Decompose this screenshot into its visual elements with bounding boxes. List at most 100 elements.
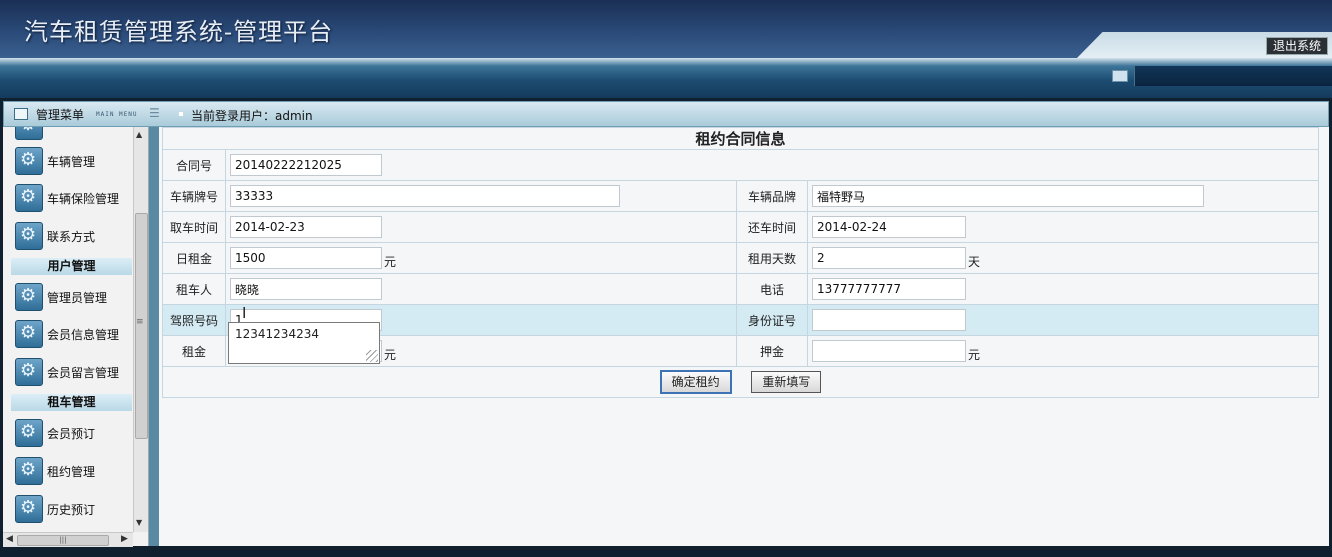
sidebar-vertical-scrollbar[interactable]: ▲ ≡ ▼ — [133, 127, 148, 532]
renter-field[interactable] — [230, 278, 382, 300]
rent-days-unit: 天 — [968, 255, 981, 269]
sidebar-item-label: 会员预订 — [47, 427, 96, 441]
header-status-box — [1134, 66, 1332, 86]
contract-no-label: 合同号 — [162, 149, 226, 181]
menu-toggle-icon[interactable]: ☰ — [149, 106, 160, 120]
renter-cell — [225, 273, 737, 305]
bullet-icon — [179, 112, 183, 116]
phone-label: 电话 — [736, 273, 808, 305]
plate-field[interactable] — [230, 185, 620, 207]
sidebar-section-user[interactable]: 用户管理 — [11, 258, 132, 275]
sidebar-item-label: 联系方式 — [47, 230, 96, 244]
deposit-field[interactable] — [812, 340, 966, 362]
sidebar-item-label: 管理员管理 — [47, 291, 108, 305]
pickup-time-label: 取车时间 — [162, 211, 226, 243]
settings-icon — [15, 147, 43, 175]
scroll-up-icon[interactable]: ▲ — [136, 130, 142, 139]
scroll-right-icon[interactable]: ▶ — [121, 534, 128, 544]
contract-no-cell — [225, 149, 1319, 181]
app-title: 汽车租赁管理系统-管理平台 — [24, 18, 334, 46]
menu-bar: 管理菜单 MAIN MENU ☰ 当前登录用户：admin — [3, 101, 1329, 127]
deposit-label: 押金 — [736, 335, 808, 367]
settings-icon — [15, 419, 43, 447]
sidebar-item-label: 车辆保险管理 — [47, 192, 120, 206]
form-actions: 确定租约 重新填写 — [162, 366, 1319, 398]
sidebar-item-label: 会员信息管理 — [47, 328, 120, 342]
daily-rent-label: 日租金 — [162, 242, 226, 274]
sidebar: 车辆管理 车辆保险管理 联系方式 用户管理 管理员管理 会员信息管理 会员留言管… — [3, 127, 149, 546]
return-time-cell — [807, 211, 1319, 243]
rent-unit: 元 — [384, 348, 397, 362]
settings-icon — [15, 222, 43, 250]
settings-icon — [15, 283, 43, 311]
return-time-field[interactable] — [812, 216, 966, 238]
panel-splitter[interactable] — [149, 127, 159, 546]
sidebar-item-contact[interactable]: 联系方式 — [11, 219, 136, 253]
settings-icon — [15, 457, 43, 485]
sidebar-item-reservations[interactable]: 会员预订 — [11, 416, 136, 450]
monitor-icon — [1112, 70, 1128, 82]
sidebar-item-partial[interactable] — [11, 127, 136, 143]
phone-cell — [807, 273, 1319, 305]
plate-label: 车辆牌号 — [162, 180, 226, 212]
scrollbar-thumb[interactable]: ||| — [17, 535, 109, 546]
renter-label: 租车人 — [162, 273, 226, 305]
scroll-down-icon[interactable]: ▼ — [136, 518, 142, 527]
brand-cell — [807, 180, 1319, 212]
sidebar-item-vehicle[interactable]: 车辆管理 — [11, 144, 136, 178]
brand-field[interactable] — [812, 185, 1204, 207]
reset-form-button[interactable]: 重新填写 — [751, 371, 822, 393]
plate-cell — [225, 180, 737, 212]
menu-window-icon — [14, 108, 28, 120]
license-no-label: 驾照号码 — [162, 304, 226, 336]
sidebar-item-members[interactable]: 会员信息管理 — [11, 317, 136, 351]
form-title: 租约合同信息 — [162, 127, 1319, 150]
id-card-label: 身份证号 — [736, 304, 808, 336]
sidebar-item-admins[interactable]: 管理员管理 — [11, 280, 136, 314]
scroll-left-icon[interactable]: ◀ — [6, 534, 13, 544]
pickup-time-field[interactable] — [230, 216, 382, 238]
deposit-unit: 元 — [968, 348, 981, 362]
sidebar-item-label: 租约管理 — [47, 465, 96, 479]
id-card-field[interactable] — [812, 309, 966, 331]
daily-rent-cell: 元 — [225, 242, 737, 274]
logout-button[interactable]: 退出系统 — [1265, 37, 1328, 55]
settings-icon — [15, 127, 43, 140]
id-card-cell — [807, 304, 1319, 336]
phone-field[interactable] — [812, 278, 966, 300]
sidebar-section-rent[interactable]: 租车管理 — [11, 394, 132, 411]
sidebar-item-label: 车辆管理 — [47, 155, 96, 169]
menu-title: 管理菜单 — [36, 108, 85, 122]
sidebar-horizontal-scrollbar[interactable]: ◀ ||| ▶ — [3, 532, 133, 547]
settings-icon — [15, 184, 43, 212]
sidebar-item-messages[interactable]: 会员留言管理 — [11, 355, 136, 389]
autocomplete-suggestion[interactable]: 12341234234 — [235, 327, 373, 341]
header-band — [0, 58, 1332, 98]
app-header: 汽车租赁管理系统-管理平台 退出系统 — [0, 0, 1332, 58]
rent-days-label: 租用天数 — [736, 242, 808, 274]
daily-rent-field[interactable] — [230, 247, 382, 269]
daily-rent-unit: 元 — [384, 255, 397, 269]
menu-subtitle: MAIN MENU — [96, 111, 138, 118]
sidebar-item-leases[interactable]: 租约管理 — [11, 454, 136, 488]
sidebar-item-label: 会员留言管理 — [47, 366, 120, 380]
sidebar-item-label: 历史预订 — [47, 503, 96, 517]
resize-grip-icon[interactable] — [366, 350, 378, 362]
autocomplete-dropdown: 12341234234 — [228, 322, 380, 364]
return-time-label: 还车时间 — [736, 211, 808, 243]
pickup-time-cell — [225, 211, 737, 243]
contract-no-field[interactable] — [230, 154, 382, 176]
deposit-cell: 元 — [807, 335, 1319, 367]
rent-label: 租金 — [162, 335, 226, 367]
grip-icon: ≡ — [136, 317, 144, 327]
confirm-lease-button[interactable]: 确定租约 — [659, 370, 732, 394]
brand-label: 车辆品牌 — [736, 180, 808, 212]
rent-days-cell: 天 — [807, 242, 1319, 274]
sidebar-item-history[interactable]: 历史预订 — [11, 492, 136, 526]
settings-icon — [15, 495, 43, 523]
current-user-label: 当前登录用户：admin — [191, 109, 313, 123]
rent-days-field[interactable] — [812, 247, 966, 269]
text-cursor-icon: I — [242, 304, 247, 322]
settings-icon — [15, 320, 43, 348]
sidebar-item-insurance[interactable]: 车辆保险管理 — [11, 181, 136, 215]
